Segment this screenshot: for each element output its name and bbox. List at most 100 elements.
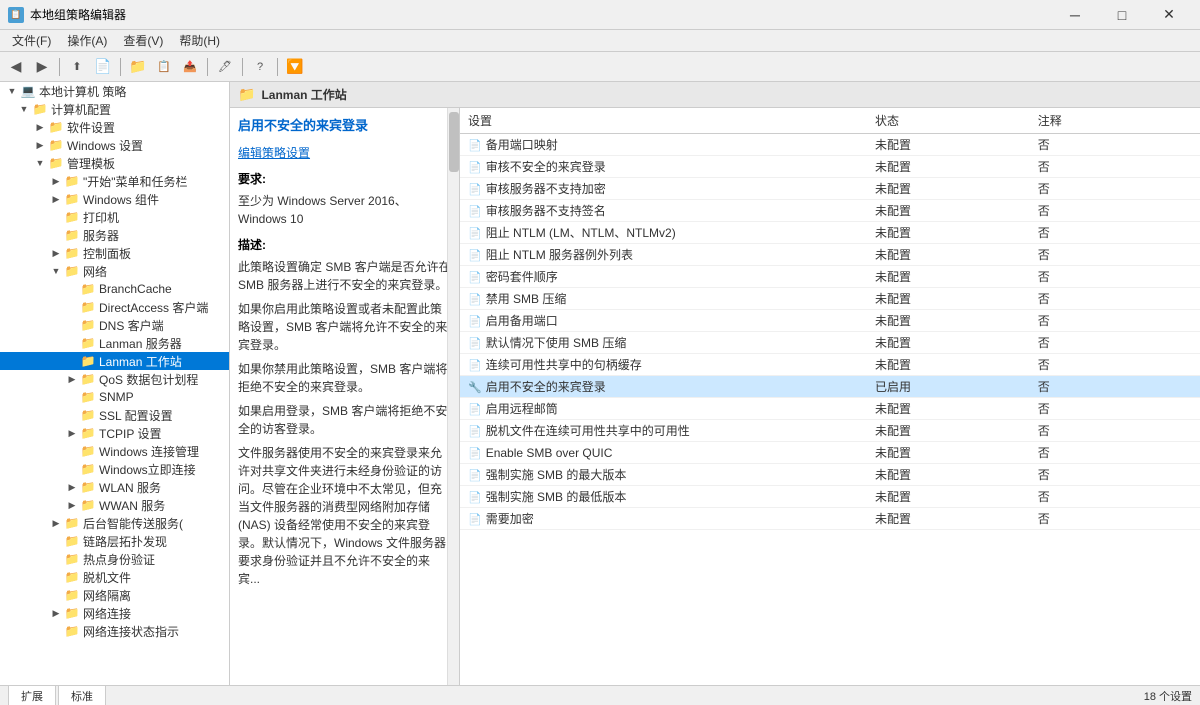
expand-icon-at: ▼	[32, 158, 48, 168]
tree-windows-conn-mgr[interactable]: 📁 Windows 连接管理	[0, 442, 229, 460]
menu-file[interactable]: 文件(F)	[4, 30, 59, 51]
toolbar-separator-1	[59, 58, 60, 76]
row-name: 备用端口映射	[486, 138, 558, 152]
toolbar-forward[interactable]: ▶	[30, 55, 54, 79]
tree-link-layer[interactable]: 📁 链路层拓扑发现	[0, 532, 229, 550]
desc-text-5: 文件服务器使用不安全的来宾登录来允许对共享文件夹进行未经身份验证的访问。尽管在企…	[238, 444, 451, 588]
table-row[interactable]: 📄启用远程邮筒 未配置 否	[460, 398, 1200, 420]
tree-hotspot-auth[interactable]: 📁 热点身份验证	[0, 550, 229, 568]
tree-printer[interactable]: 📁 打印机	[0, 208, 229, 226]
tree-branch-cache[interactable]: 📁 BranchCache	[0, 280, 229, 298]
tree-tcpip[interactable]: ▶ 📁 TCPIP 设置	[0, 424, 229, 442]
table-row[interactable]: 📄启用备用端口 未配置 否	[460, 310, 1200, 332]
table-row[interactable]: 🔧启用不安全的来宾登录 已启用 否	[460, 376, 1200, 398]
table-row[interactable]: 📄阻止 NTLM 服务器例外列表 未配置 否	[460, 244, 1200, 266]
row-name: 审核服务器不支持签名	[486, 204, 606, 218]
toolbar-props[interactable]: 🖊	[213, 55, 237, 79]
tree-windows-components[interactable]: ▶ 📁 Windows 组件	[0, 190, 229, 208]
table-row[interactable]: 📄默认情况下使用 SMB 压缩 未配置 否	[460, 332, 1200, 354]
tree-qos[interactable]: ▶ 📁 QoS 数据包计划程	[0, 370, 229, 388]
tree-windows-inst-conn-label: Windows立即连接	[99, 461, 196, 478]
tree-server-label: 服务器	[83, 227, 119, 244]
policy-settings-link[interactable]: 编辑策略设置	[238, 146, 310, 160]
tree-control-panel[interactable]: ▶ 📁 控制面板	[0, 244, 229, 262]
tree-lanman-workstation[interactable]: 📁 Lanman 工作站	[0, 352, 229, 370]
tree-network-connections[interactable]: ▶ 📁 网络连接	[0, 604, 229, 622]
row-status: 未配置	[867, 486, 1030, 508]
folder-icon-ha: 📁	[64, 552, 80, 566]
tree-windows-inst-conn[interactable]: 📁 Windows立即连接	[0, 460, 229, 478]
menu-action[interactable]: 操作(A)	[59, 30, 115, 51]
toolbar-export[interactable]: 📤	[178, 55, 202, 79]
row-name: 审核服务器不支持加密	[486, 182, 606, 196]
table-row[interactable]: 📄Enable SMB over QUIC 未配置 否	[460, 442, 1200, 464]
tree-link-layer-label: 链路层拓扑发现	[83, 533, 167, 550]
tree-software-settings[interactable]: ▶ 📁 软件设置	[0, 118, 229, 136]
col-header-setting[interactable]: 设置	[460, 108, 867, 134]
table-row[interactable]: 📄强制实施 SMB 的最低版本 未配置 否	[460, 486, 1200, 508]
tab-standard[interactable]: 标准	[58, 685, 106, 705]
toolbar-back[interactable]: ◀	[4, 55, 28, 79]
row-status: 未配置	[867, 354, 1030, 376]
expand-icon-sm: ▶	[48, 176, 64, 187]
table-row[interactable]: 📄备用端口映射 未配置 否	[460, 134, 1200, 156]
table-row[interactable]: 📄需要加密 未配置 否	[460, 508, 1200, 530]
settings-panel[interactable]: 设置 状态 注释 📄备用端口映射 未配置 否 📄审核	[460, 108, 1200, 685]
table-row[interactable]: 📄密码套件顺序 未配置 否	[460, 266, 1200, 288]
col-header-status[interactable]: 状态	[867, 108, 1030, 134]
menu-help[interactable]: 帮助(H)	[171, 30, 228, 51]
tree-wwan[interactable]: ▶ 📁 WWAN 服务	[0, 496, 229, 514]
menu-view[interactable]: 查看(V)	[115, 30, 171, 51]
desc-text-3: 如果你禁用此策略设置，SMB 客户端将拒绝不安全的来宾登录。	[238, 360, 451, 396]
row-icon: 📄	[468, 490, 486, 504]
toolbar-filter[interactable]: 🔽	[283, 55, 307, 79]
table-row[interactable]: 📄审核服务器不支持签名 未配置 否	[460, 200, 1200, 222]
row-icon: 📄	[468, 402, 486, 416]
desc-scrollbar[interactable]	[447, 108, 459, 685]
tree-direct-access[interactable]: 📁 DirectAccess 客户端	[0, 298, 229, 316]
close-button[interactable]: ✕	[1146, 0, 1192, 30]
tree-network-conn-status[interactable]: 📁 网络连接状态指示	[0, 622, 229, 640]
tree-offline-files[interactable]: 📁 脱机文件	[0, 568, 229, 586]
tree-lanman-server[interactable]: 📁 Lanman 服务器	[0, 334, 229, 352]
row-icon: 📄	[468, 336, 486, 350]
tree-dns-client[interactable]: 📁 DNS 客户端	[0, 316, 229, 334]
folder-icon-sm: 📁	[64, 174, 80, 188]
tab-expand[interactable]: 扩展	[8, 685, 56, 705]
tree-computer-config-label: 计算机配置	[51, 101, 111, 118]
desc-panel: 启用不安全的来宾登录 编辑策略设置 要求: 至少为 Windows Server…	[230, 108, 460, 685]
col-header-note[interactable]: 注释	[1030, 108, 1200, 134]
table-row[interactable]: 📄阻止 NTLM (LM、NTLM、NTLMv2) 未配置 否	[460, 222, 1200, 244]
menu-bar: 文件(F) 操作(A) 查看(V) 帮助(H)	[0, 30, 1200, 52]
table-row[interactable]: 📄审核服务器不支持加密 未配置 否	[460, 178, 1200, 200]
table-row[interactable]: 📄脱机文件在连续可用性共享中的可用性 未配置 否	[460, 420, 1200, 442]
tree-network[interactable]: ▼ 📁 网络	[0, 262, 229, 280]
table-row[interactable]: 📄审核不安全的来宾登录 未配置 否	[460, 156, 1200, 178]
toolbar-doc[interactable]: 📄	[91, 55, 115, 79]
tree-start-menu[interactable]: ▶ 📁 "开始"菜单和任务栏	[0, 172, 229, 190]
table-row[interactable]: 📄连续可用性共享中的句柄缓存 未配置 否	[460, 354, 1200, 376]
desc-title: 启用不安全的来宾登录	[238, 116, 451, 136]
expand-icon-wwan: ▶	[64, 500, 80, 511]
tree-network-isolation[interactable]: 📁 网络隔离	[0, 586, 229, 604]
toolbar-up[interactable]: ⬆	[65, 55, 89, 79]
tree-root[interactable]: ▼ 💻 本地计算机 策略	[0, 82, 229, 100]
tree-server[interactable]: 📁 服务器	[0, 226, 229, 244]
content-header-icon: 📁	[238, 86, 255, 103]
tree-bg-intelligent[interactable]: ▶ 📁 后台智能传送服务(	[0, 514, 229, 532]
table-row[interactable]: 📄禁用 SMB 压缩 未配置 否	[460, 288, 1200, 310]
tree-windows-settings[interactable]: ▶ 📁 Windows 设置	[0, 136, 229, 154]
toolbar-folder[interactable]: 📁	[126, 55, 150, 79]
maximize-button[interactable]: □	[1099, 0, 1145, 30]
table-row[interactable]: 📄强制实施 SMB 的最大版本 未配置 否	[460, 464, 1200, 486]
minimize-button[interactable]: ─	[1052, 0, 1098, 30]
row-note: 否	[1030, 244, 1200, 266]
tree-wlan[interactable]: ▶ 📁 WLAN 服务	[0, 478, 229, 496]
tree-computer-config[interactable]: ▼ 📁 计算机配置	[0, 100, 229, 118]
toolbar-help[interactable]: ?	[248, 55, 272, 79]
tree-admin-templates[interactable]: ▼ 📁 管理模板	[0, 154, 229, 172]
tree-snmp[interactable]: 📁 SNMP	[0, 388, 229, 406]
tree-windows-conn-mgr-label: Windows 连接管理	[99, 443, 199, 460]
toolbar-copy[interactable]: 📋	[152, 55, 176, 79]
tree-ssl[interactable]: 📁 SSL 配置设置	[0, 406, 229, 424]
